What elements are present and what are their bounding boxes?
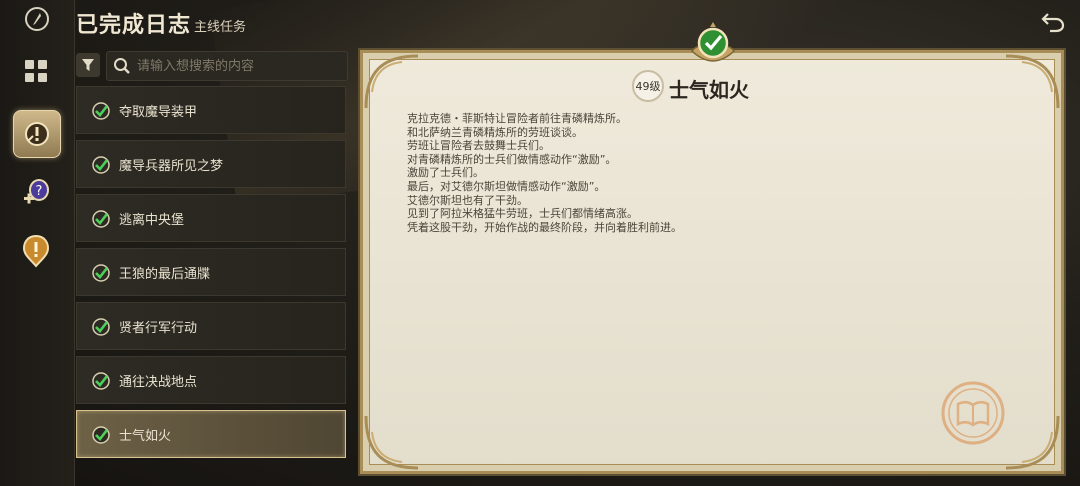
description-line: 最后，对艾德尔斯坦做情感动作“激励”。 <box>407 179 606 193</box>
filter-icon <box>82 59 94 71</box>
frame-corner-ornament <box>1005 415 1060 470</box>
level-badge: 49级 <box>632 70 664 102</box>
quest-label: 士气如火 <box>119 429 172 444</box>
check-icon <box>92 210 110 228</box>
quest-tab[interactable] <box>13 228 59 274</box>
completed-quest-tab[interactable] <box>13 110 61 158</box>
quest-marker-icon <box>22 234 50 268</box>
quest-label: 逃离中央堡 <box>119 213 185 228</box>
book-stamp-icon <box>941 381 1005 445</box>
check-icon <box>92 372 110 390</box>
add-quest-icon: ? <box>24 179 49 204</box>
page-title: 已完成日志 <box>76 13 192 38</box>
check-icon <box>92 426 110 444</box>
description-line: 凭着这股干劲，开始作战的最终阶段，并向着胜利前进。 <box>407 220 682 234</box>
completed-quest-icon <box>25 122 49 146</box>
filter-button[interactable] <box>76 53 100 77</box>
check-icon <box>92 264 110 282</box>
list-item[interactable]: 贤者行军行动 <box>76 302 346 350</box>
quest-label: 魔导兵器所见之梦 <box>119 159 224 174</box>
check-icon <box>92 102 110 120</box>
page-subtitle: 主线任务 <box>194 20 247 35</box>
search-box <box>106 51 348 81</box>
quest-label: 贤者行军行动 <box>119 321 198 336</box>
check-icon <box>92 318 110 336</box>
list-item-selected[interactable]: 士气如火 <box>76 410 346 458</box>
search-icon <box>114 58 130 74</box>
back-arrow-icon[interactable] <box>1040 8 1066 34</box>
grid-menu-icon <box>25 60 47 82</box>
check-icon <box>92 156 110 174</box>
quest-description: 克拉克德・菲斯特让冒险者前往青磷精炼所。 和北萨纳兰青磷精炼所的劳班谈谈。 劳班… <box>407 112 1007 234</box>
description-line: 对青磷精炼所的士兵们做情感动作“激励”。 <box>407 152 617 166</box>
frame-corner-ornament <box>1005 54 1060 109</box>
side-rail: ? <box>0 0 75 486</box>
description-line: 艾德尔斯坦也有了干劲。 <box>407 193 528 207</box>
list-item[interactable]: 通往决战地点 <box>76 356 346 404</box>
list-item[interactable]: 魔导兵器所见之梦 <box>76 140 346 188</box>
list-item[interactable]: 逃离中央堡 <box>76 194 346 242</box>
description-line: 激励了士兵们。 <box>407 166 484 180</box>
description-line: 克拉克德・菲斯特让冒险者前往青磷精炼所。 <box>407 112 627 125</box>
frame-corner-ornament <box>364 54 419 109</box>
description-line: 见到了阿拉米格猛牛劳班，士兵们都情绪高涨。 <box>407 207 638 221</box>
svg-text:?: ? <box>36 184 43 199</box>
frame-corner-ornament <box>364 415 419 470</box>
add-quest-tab[interactable]: ? <box>13 170 59 216</box>
completed-check-icon <box>691 22 735 62</box>
quill-logo-icon <box>25 7 49 31</box>
description-line: 和北萨纳兰青磷精炼所的劳班谈谈。 <box>407 125 583 139</box>
quest-label: 通往决战地点 <box>119 375 198 390</box>
search-input[interactable] <box>135 54 344 78</box>
list-item[interactable]: 夺取魔导装甲 <box>76 86 346 134</box>
description-line: 劳班让冒险者去鼓舞士兵们。 <box>407 139 550 153</box>
quest-title: 士气如火 <box>669 78 749 102</box>
grid-menu-button[interactable] <box>13 48 59 94</box>
quest-label: 夺取魔导装甲 <box>119 105 198 120</box>
quest-label: 王狼的最后通牒 <box>119 267 211 282</box>
list-item[interactable]: 王狼的最后通牒 <box>76 248 346 296</box>
